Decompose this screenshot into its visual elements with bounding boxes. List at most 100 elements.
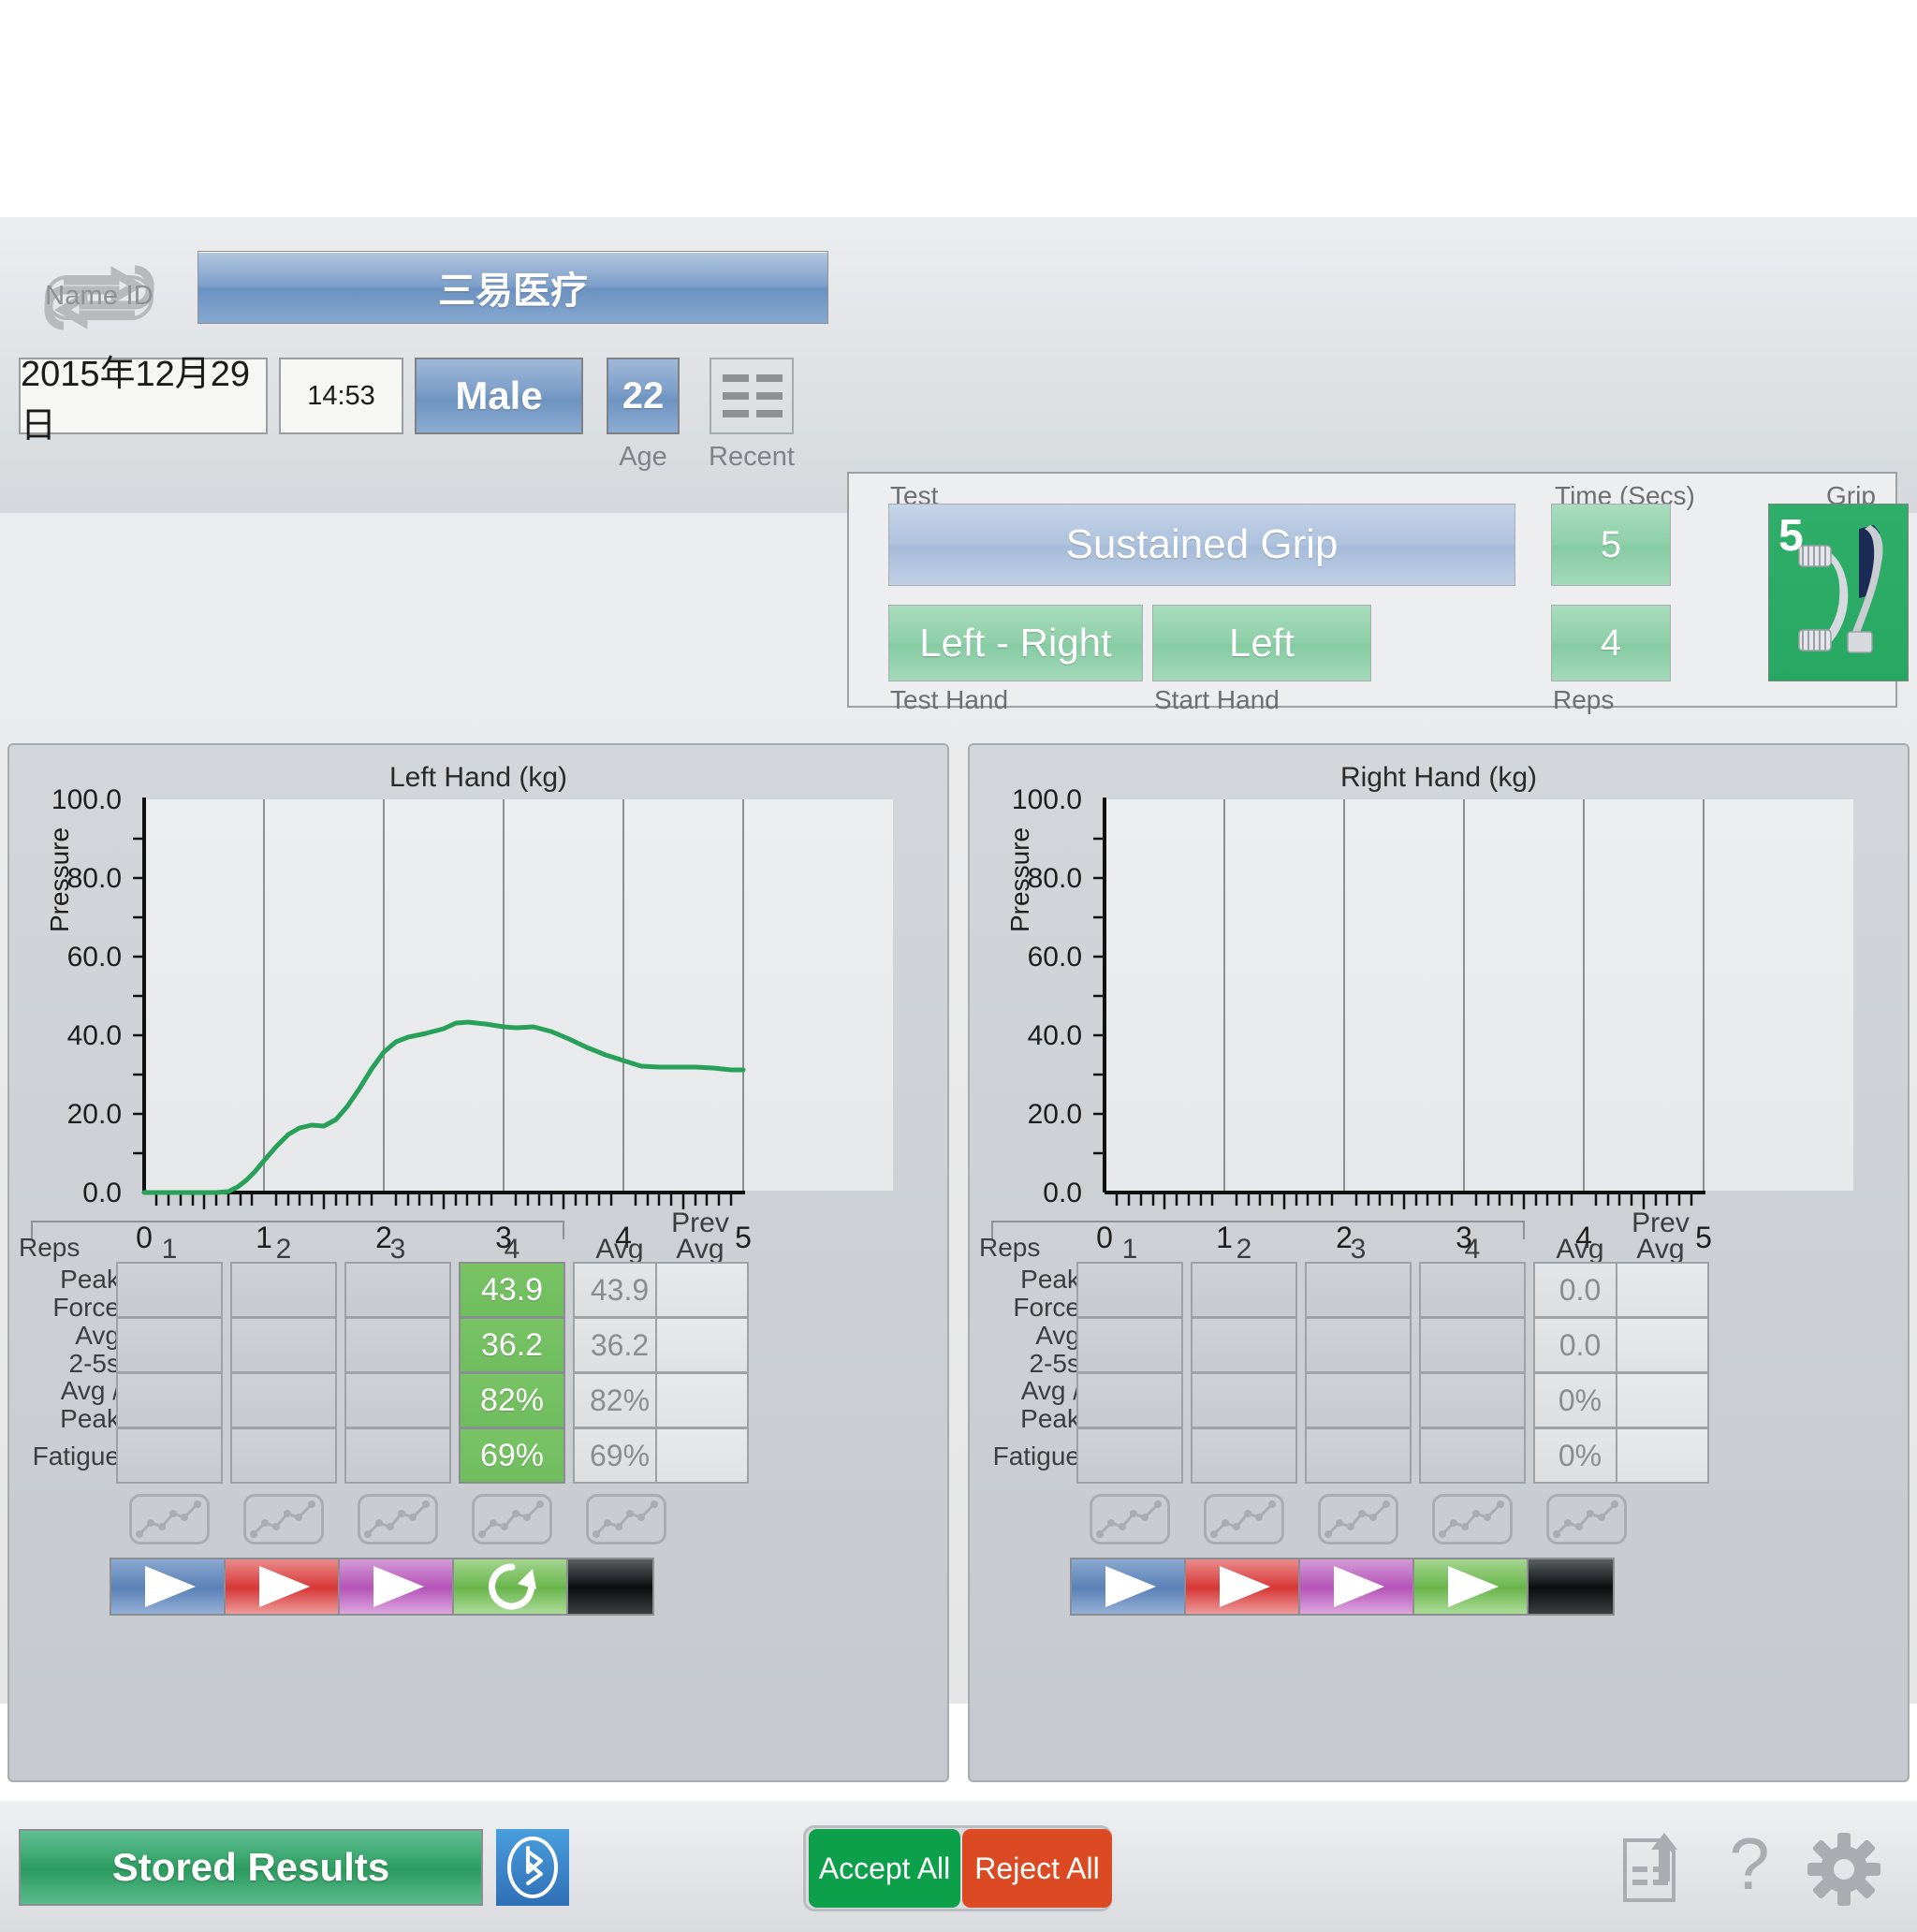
left-cell-r2c4[interactable]: 36.2 (459, 1317, 565, 1373)
left-cell-r1c4[interactable]: 43.9 (459, 1262, 565, 1318)
right-row-label-avg25s-1: Avg (1035, 1321, 1080, 1350)
gender-button[interactable]: Male (415, 358, 583, 434)
right-prev-r2 (1616, 1317, 1709, 1373)
reps-button[interactable]: 4 (1551, 605, 1671, 681)
right-cell-r1c3[interactable] (1305, 1262, 1412, 1318)
right-cell-r2c3[interactable] (1305, 1317, 1412, 1373)
left-play-button-3[interactable] (338, 1558, 458, 1616)
age-button[interactable]: 22 (607, 358, 680, 434)
right-cell-r3c1[interactable] (1076, 1372, 1183, 1428)
right-cell-r1c1[interactable] (1076, 1262, 1183, 1318)
start-hand-button[interactable]: Left (1152, 605, 1371, 681)
left-cell-r1c1[interactable] (116, 1262, 223, 1318)
right-cell-r4c1[interactable] (1076, 1427, 1183, 1484)
right-play-button-2[interactable] (1184, 1558, 1304, 1616)
bluetooth-button[interactable] (496, 1829, 569, 1906)
export-button[interactable] (1617, 1833, 1689, 1910)
patient-name-value: 三易医疗 (438, 271, 588, 312)
play-triangle-icon (1448, 1566, 1499, 1607)
left-cell-r4c3[interactable] (344, 1427, 451, 1484)
right-cell-r4c3[interactable] (1305, 1427, 1412, 1484)
date-field[interactable]: 2015年12月29日 (19, 355, 268, 446)
left-hand-curve (141, 1019, 746, 1195)
right-play-button-4[interactable] (1412, 1558, 1532, 1616)
settings-button[interactable] (1807, 1833, 1881, 1910)
right-cell-r3c3[interactable] (1305, 1372, 1412, 1428)
right-minichart-2[interactable] (1204, 1494, 1284, 1544)
right-minichart-avg[interactable] (1546, 1494, 1627, 1544)
right-cell-r2c1[interactable] (1076, 1317, 1183, 1373)
right-prev-r4 (1616, 1427, 1709, 1484)
right-cell-r1c4[interactable] (1419, 1262, 1526, 1318)
play-triangle-icon (1334, 1566, 1384, 1607)
left-cell-r3c2[interactable] (230, 1372, 337, 1428)
right-ytick-80: 80.0 (1027, 863, 1082, 894)
left-cell-r3c3[interactable] (344, 1372, 451, 1428)
left-cell-r3c4[interactable]: 82% (459, 1372, 565, 1428)
trend-line-icon (1553, 1500, 1618, 1538)
left-ytick-20: 20.0 (66, 1099, 122, 1130)
left-redo-button-4[interactable] (452, 1558, 572, 1616)
left-avg-r4: 69% (573, 1427, 666, 1484)
stored-results-button[interactable]: Stored Results (19, 1829, 483, 1906)
test-type-button[interactable]: Sustained Grip (888, 504, 1515, 586)
left-avg-r1: 43.9 (573, 1262, 666, 1318)
left-play-button-2[interactable] (224, 1558, 344, 1616)
test-hand-button[interactable]: Left - Right (888, 605, 1143, 681)
help-button[interactable]: ? (1720, 1822, 1778, 1910)
right-cell-r2c2[interactable] (1191, 1317, 1297, 1373)
trend-line-icon (1210, 1500, 1276, 1538)
right-hand-panel: Right Hand (kg) Pressure 100.0 80.0 60.0… (968, 743, 1910, 1782)
left-cell-r2c1[interactable] (116, 1317, 223, 1373)
accept-all-button[interactable]: Accept All (809, 1829, 960, 1908)
left-play-button-1[interactable] (110, 1558, 229, 1616)
header-bar: Name ID 三易医疗 2015年12月29日 14:53 Male 22 A… (0, 217, 1917, 714)
recent-button[interactable] (710, 358, 794, 434)
right-cell-r3c2[interactable] (1191, 1372, 1297, 1428)
left-cell-r3c1[interactable] (116, 1372, 223, 1428)
trend-line-icon (593, 1500, 658, 1538)
right-hand-chart (1093, 798, 1705, 1209)
right-minichart-3[interactable] (1318, 1494, 1398, 1544)
name-id-button[interactable]: Name ID (24, 264, 174, 331)
left-blank-button-5[interactable] (566, 1558, 654, 1616)
right-play-button-3[interactable] (1298, 1558, 1418, 1616)
trend-line-icon (1096, 1500, 1162, 1538)
left-prev-avg-header-2: Avg (676, 1234, 724, 1265)
right-cell-r4c2[interactable] (1191, 1427, 1297, 1484)
right-cell-r2c4[interactable] (1419, 1317, 1526, 1373)
right-minichart-4[interactable] (1432, 1494, 1513, 1544)
right-cell-r3c4[interactable] (1419, 1372, 1526, 1428)
right-minichart-1[interactable] (1090, 1494, 1170, 1544)
left-cell-r2c2[interactable] (230, 1317, 337, 1373)
right-cell-r1c2[interactable] (1191, 1262, 1297, 1318)
left-minichart-3[interactable] (358, 1494, 438, 1544)
grip-value: 5 (1778, 511, 1804, 561)
left-cell-r1c2[interactable] (230, 1262, 337, 1318)
left-cell-r4c1[interactable] (116, 1427, 223, 1484)
left-minichart-avg[interactable] (586, 1494, 666, 1544)
left-cell-r4c2[interactable] (230, 1427, 337, 1484)
right-blank-button-5[interactable] (1527, 1558, 1615, 1616)
time-field[interactable]: 14:53 (279, 358, 403, 434)
left-cell-r2c3[interactable] (344, 1317, 451, 1373)
patient-name-field[interactable]: 三易医疗 (198, 251, 828, 324)
left-cell-r1c3[interactable] (344, 1262, 451, 1318)
right-avg-r3: 0% (1533, 1372, 1627, 1428)
left-hand-chart (133, 798, 746, 1209)
grip-selector-button[interactable]: 5 (1768, 504, 1909, 681)
left-ytick-60: 60.0 (66, 942, 122, 973)
left-cell-r4c4[interactable]: 69% (459, 1427, 565, 1484)
left-minichart-1[interactable] (129, 1494, 210, 1544)
left-minichart-4[interactable] (472, 1494, 552, 1544)
trend-line-icon (364, 1500, 430, 1538)
left-prev-r2 (655, 1317, 749, 1373)
age-value: 22 (622, 374, 665, 417)
left-minichart-2[interactable] (243, 1494, 324, 1544)
reject-all-button[interactable]: Reject All (962, 1829, 1112, 1908)
right-results-table: Reps 1 2 3 4 Avg Prev Avg Peak Force 0.0… (979, 1208, 1898, 1616)
right-cell-r4c4[interactable] (1419, 1427, 1526, 1484)
time-secs-button[interactable]: 5 (1551, 504, 1671, 586)
left-row-label-peak-force-2: Force (52, 1293, 120, 1322)
right-play-button-1[interactable] (1070, 1558, 1190, 1616)
